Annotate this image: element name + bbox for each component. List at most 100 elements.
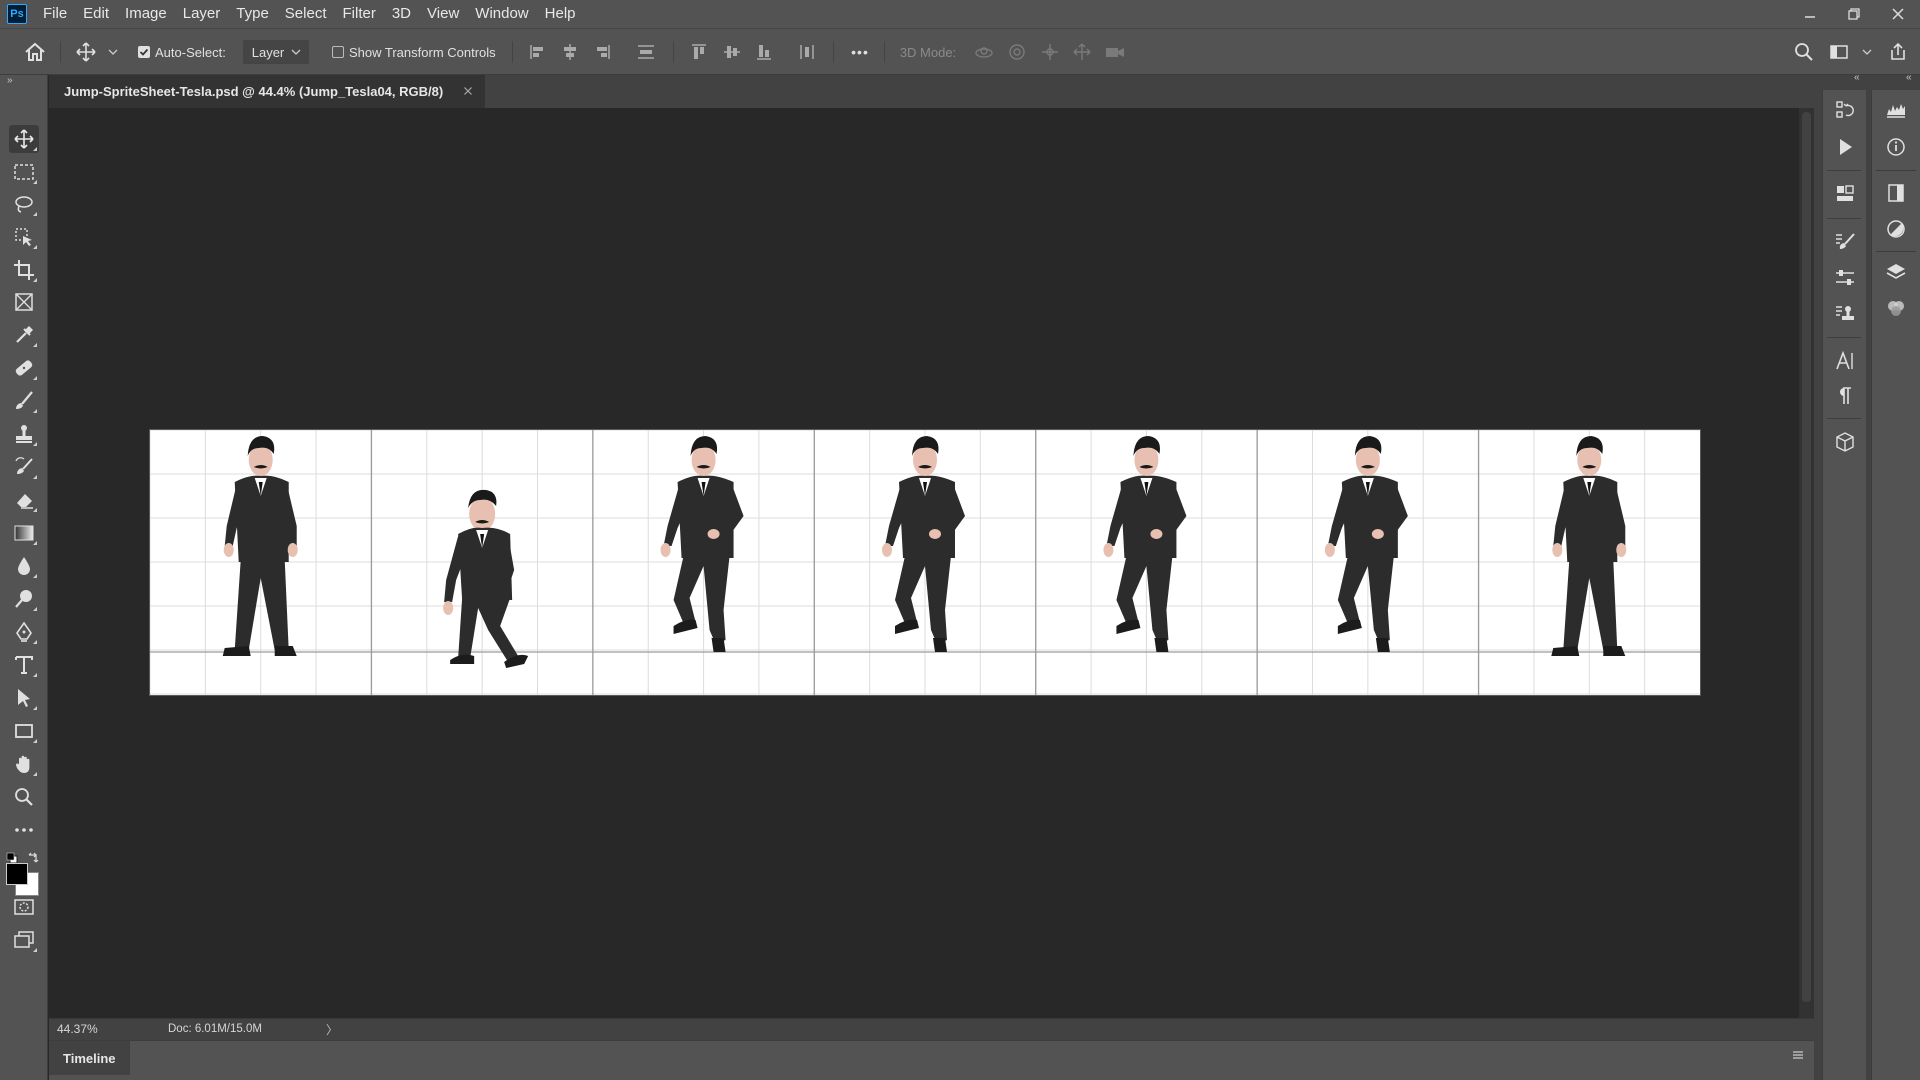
menu-filter[interactable]: Filter (335, 0, 384, 28)
crop-tool[interactable] (9, 256, 39, 284)
zoom-level[interactable]: 44.37% (57, 1022, 98, 1036)
history-panel-button[interactable] (1829, 95, 1861, 125)
menu-view[interactable]: View (419, 0, 467, 28)
eraser-tool[interactable] (9, 486, 39, 514)
scale-3d-button[interactable] (1102, 29, 1128, 75)
pan-3d-button[interactable] (1038, 29, 1062, 75)
actions-panel-button[interactable] (1829, 132, 1861, 162)
screen-mode-button[interactable] (9, 926, 39, 954)
clone-source-panel-button[interactable] (1829, 299, 1861, 329)
document-tab[interactable]: Jump-SpriteSheet-Tesla.psd @ 44.4% (Jump… (49, 75, 485, 108)
auto-select-target-box[interactable]: Layer (242, 40, 310, 64)
timeline-tab[interactable]: Timeline (49, 1041, 130, 1075)
search-button[interactable] (1792, 29, 1816, 75)
tool-preset-dropdown[interactable] (106, 29, 120, 75)
sprite-sheet-canvas[interactable] (149, 429, 1701, 696)
minimize-button[interactable] (1788, 0, 1832, 28)
collapse-toolbar-icon[interactable]: » (7, 75, 13, 86)
auto-select-toggle[interactable]: Auto-Select: (138, 29, 230, 75)
menu-window[interactable]: Window (467, 0, 536, 28)
blur-tool[interactable] (9, 552, 39, 580)
menu-type[interactable]: Type (228, 0, 277, 28)
hand-tool[interactable] (9, 750, 39, 778)
foreground-color-swatch[interactable] (6, 863, 28, 885)
panel-dock: « « (1814, 72, 1920, 1080)
type-tool[interactable] (9, 651, 39, 679)
brush-settings-panel-button[interactable] (1829, 227, 1861, 257)
vertical-scrollbar-thumb[interactable] (1802, 112, 1811, 1002)
chevron-down-icon (108, 49, 118, 55)
menu-file[interactable]: File (35, 0, 75, 28)
workspace-button[interactable] (1827, 29, 1851, 75)
canvas-area[interactable] (49, 108, 1799, 1018)
clone-stamp-tool[interactable] (9, 420, 39, 448)
auto-select-checkbox[interactable] (138, 46, 150, 58)
align-left-button[interactable] (527, 29, 549, 75)
gradient-tool[interactable] (9, 519, 39, 547)
edit-toolbar-button[interactable] (9, 816, 39, 844)
object-selection-tool[interactable] (9, 223, 39, 251)
distribute-vertical-button[interactable] (634, 29, 658, 75)
align-right-button[interactable] (591, 29, 613, 75)
more-options-button[interactable]: ••• (846, 29, 874, 75)
chevron-down-icon (1862, 49, 1872, 55)
auto-select-target-select[interactable]: Layer (242, 29, 310, 75)
share-button[interactable] (1886, 29, 1910, 75)
menu-3d[interactable]: 3D (384, 0, 419, 28)
brush-icon (16, 391, 33, 409)
rectangle-tool[interactable] (9, 717, 39, 745)
layers-panel-button[interactable] (1880, 257, 1912, 287)
show-transform-controls-checkbox[interactable] (332, 46, 344, 58)
distribute-horizontal-button[interactable] (796, 29, 818, 75)
tool-preset-button[interactable] (73, 29, 99, 75)
dodge-tool[interactable] (9, 585, 39, 613)
quick-mask-button[interactable] (9, 893, 39, 921)
collapse-dock-icon[interactable]: « (1854, 72, 1860, 83)
channels-panel-button[interactable] (1880, 293, 1912, 323)
frame-tool[interactable] (9, 288, 39, 316)
3d-panel-button[interactable] (1829, 427, 1861, 457)
timeline-menu-button[interactable] (1792, 1050, 1804, 1060)
character-panel-button[interactable] (1829, 346, 1861, 376)
eyedropper-tool[interactable] (9, 321, 39, 349)
restore-button[interactable] (1832, 0, 1876, 28)
pen-tool[interactable] (9, 618, 39, 646)
home-icon (25, 42, 45, 61)
history-brush-tool[interactable] (9, 453, 39, 481)
swap-colors-button[interactable] (27, 851, 40, 864)
move-tool[interactable] (9, 125, 39, 153)
path-selection-tool[interactable] (9, 684, 39, 712)
menu-image[interactable]: Image (117, 0, 175, 28)
adjustments-panel-button[interactable] (1880, 214, 1912, 244)
histogram-panel-button[interactable] (1880, 95, 1912, 125)
status-menu-arrow[interactable]: 〉 (326, 1021, 338, 1038)
orbit-3d-button[interactable] (972, 29, 996, 75)
workspace-dropdown[interactable] (1860, 29, 1874, 75)
vertical-scrollbar[interactable] (1799, 108, 1814, 1018)
align-bottom-button[interactable] (753, 29, 775, 75)
brush-tool[interactable] (9, 387, 39, 415)
slide-3d-button[interactable] (1070, 29, 1094, 75)
info-panel-button[interactable] (1880, 132, 1912, 162)
roll-3d-button[interactable] (1005, 29, 1029, 75)
menu-help[interactable]: Help (537, 0, 584, 28)
learn-panel-button[interactable] (1880, 178, 1912, 208)
show-transform-controls-toggle[interactable]: Show Transform Controls (332, 29, 497, 75)
menu-select[interactable]: Select (277, 0, 335, 28)
close-window-button[interactable] (1876, 0, 1920, 28)
rectangular-marquee-tool[interactable] (9, 158, 39, 186)
align-top-button[interactable] (688, 29, 710, 75)
align-vertical-center-button[interactable] (721, 29, 743, 75)
home-button[interactable] (20, 29, 50, 75)
spot-healing-tool[interactable] (9, 354, 39, 382)
lasso-tool[interactable] (9, 190, 39, 218)
menu-layer[interactable]: Layer (175, 0, 229, 28)
adjustments-properties-button[interactable] (1829, 263, 1861, 293)
libraries-panel-button[interactable] (1829, 178, 1861, 208)
expand-panels-icon[interactable]: « (1906, 72, 1912, 83)
align-horizontal-center-button[interactable] (559, 29, 581, 75)
close-document-button[interactable] (461, 84, 475, 98)
zoom-tool[interactable] (9, 783, 39, 811)
paragraph-panel-button[interactable] (1829, 381, 1861, 411)
menu-edit[interactable]: Edit (75, 0, 117, 28)
